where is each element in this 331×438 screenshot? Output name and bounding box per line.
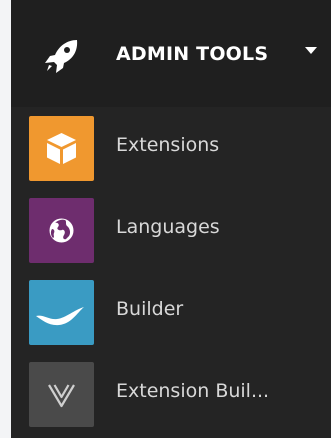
- languages-tile: [29, 198, 94, 263]
- menu-item-extension-builder[interactable]: Extension Buil...: [11, 353, 331, 435]
- menu-item-label: Languages: [116, 216, 220, 238]
- rocket-icon: [45, 40, 78, 73]
- admin-tools-title: ADMIN TOOLS: [116, 43, 269, 65]
- wave-icon: [36, 307, 84, 326]
- vue-icon: [48, 384, 75, 408]
- menu-header[interactable]: ADMIN TOOLS: [11, 0, 331, 107]
- extensions-tile: [29, 116, 94, 181]
- package-icon: [47, 133, 76, 164]
- builder-tile: [29, 280, 94, 345]
- extension-builder-tile: [29, 362, 94, 427]
- admin-tools-menu: ADMIN TOOLS Extensions Languages Builder…: [11, 0, 331, 438]
- menu-item-extensions[interactable]: Extensions: [11, 107, 331, 189]
- globe-icon: [49, 218, 74, 243]
- caret-down-icon[interactable]: [305, 47, 317, 55]
- menu-item-builder[interactable]: Builder: [11, 271, 331, 353]
- menu-item-languages[interactable]: Languages: [11, 189, 331, 271]
- menu-item-label: Builder: [116, 298, 184, 320]
- menu-item-label: Extensions: [116, 134, 220, 156]
- menu-item-label: Extension Buil...: [116, 380, 270, 402]
